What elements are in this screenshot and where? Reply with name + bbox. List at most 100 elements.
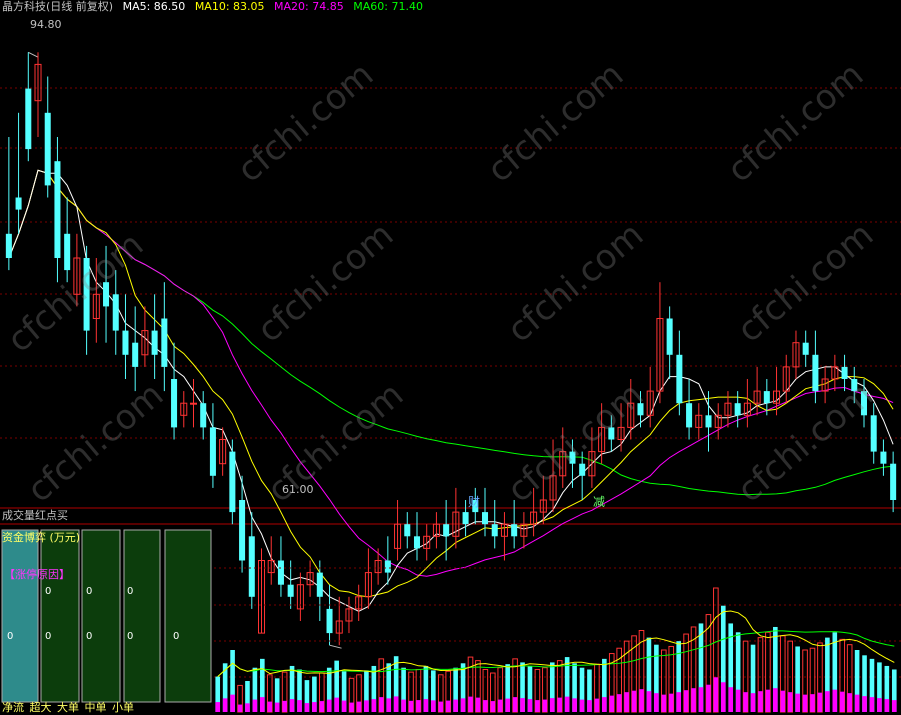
candle-body (734, 403, 741, 416)
indicator-title[interactable]: 成交量红点买 (2, 509, 68, 523)
volume-red-dot-bar (326, 699, 332, 712)
volume-red-dot-bar (557, 697, 563, 712)
fund-value-super-2: 0 (45, 631, 52, 642)
volume-red-dot-bar (877, 698, 882, 712)
candle-body (481, 512, 489, 525)
volume-red-dot-bar (252, 699, 258, 712)
volume-red-dot-bar (839, 691, 845, 712)
candle-body (384, 560, 391, 573)
fund-value-large: 0 (86, 586, 93, 597)
volume-red-dot-bar (810, 694, 815, 712)
volume-red-dot-bar (549, 698, 555, 712)
candle-body (763, 391, 770, 404)
volume-red-dot-bar (676, 692, 681, 712)
volume-red-dot-bar (728, 687, 734, 712)
volume-red-dot-bar (356, 701, 362, 712)
volume-red-dot-bar (505, 698, 510, 712)
volume-red-dot-bar (654, 693, 659, 712)
candle-body (705, 415, 712, 428)
volume-red-dot-bar (349, 702, 354, 712)
fund-box (81, 529, 121, 703)
volume-red-dot-bar (245, 703, 250, 712)
volume-red-dot-bar (884, 699, 890, 712)
volume-red-dot-bar (371, 699, 377, 712)
volume-red-dot-bar (750, 693, 756, 712)
candle-body (686, 403, 693, 428)
volume-red-dot-bar (341, 700, 347, 712)
volume-red-dot-bar (661, 694, 667, 712)
volume-red-dot-bar (512, 697, 518, 712)
volume-red-dot-bar (735, 689, 741, 712)
candle-body (326, 608, 333, 634)
volume-red-dot-bar (334, 697, 339, 712)
volume-red-dot-bar (401, 699, 406, 712)
candle-body (666, 318, 673, 355)
chart-header: 晶方科技(日线 前复权) MA5: 86.50 MA10: 83.05 MA20… (2, 0, 429, 14)
ma10-label: MA10: 83.05 (194, 0, 265, 13)
volume-red-dot-bar (438, 701, 444, 712)
candle-body (25, 88, 32, 150)
candle-body (404, 524, 411, 537)
volume-red-dot-bar (594, 698, 600, 712)
volume-red-dot-bar (698, 687, 704, 712)
volume-red-dot-bar (624, 692, 629, 712)
candle-body (443, 524, 450, 537)
event-mark-cai[interactable]: 财 (468, 493, 480, 510)
volume-red-dot-bar (423, 699, 429, 712)
volume-red-dot-bar (475, 697, 481, 712)
volume-red-dot-bar (795, 693, 800, 712)
volume-red-dot-bar (445, 700, 451, 712)
volume-red-dot-bar (535, 700, 540, 712)
candle-body (171, 379, 178, 428)
volume-red-dot-bar (765, 689, 771, 712)
fund-value-medium: 0 (127, 586, 134, 597)
event-mark-jian[interactable]: 减 (593, 493, 605, 510)
volume-series (215, 587, 897, 713)
fund-value-medium-2: 0 (127, 631, 134, 642)
candle-body (316, 572, 323, 597)
stock-title[interactable]: 晶方科技(日线 前复权) (2, 0, 113, 13)
volume-red-dot-bar (639, 689, 644, 712)
volume-red-dot-bar (802, 694, 808, 712)
candle-body (579, 463, 586, 476)
volume-red-dot-bar (646, 691, 652, 712)
candle-body (812, 354, 819, 392)
candle-body (841, 366, 848, 379)
volume-red-dot-bar (780, 690, 786, 712)
volume-red-dot-bar (743, 692, 748, 712)
fund-value-netflow: 0 (7, 631, 14, 642)
candle-body (802, 342, 809, 355)
volume-red-dot-bar (862, 696, 867, 712)
volume-red-dot-bar (453, 699, 458, 712)
fund-value-large-2: 0 (86, 631, 93, 642)
ma20-line (8, 169, 894, 577)
candle-body (151, 330, 158, 355)
volume-red-dot-bar (527, 699, 533, 712)
ma60-label: MA60: 71.40 (353, 0, 423, 13)
volume-red-dot-bar (490, 701, 496, 712)
fund-box-netflow (1, 529, 39, 703)
candle-body (161, 318, 168, 367)
candle-body (15, 197, 22, 210)
ma5-label: MA5: 86.50 (122, 0, 186, 13)
limit-up-reason-link[interactable]: 【涨停原因】 (4, 566, 70, 582)
kline-chart (0, 51, 901, 713)
candle-body (890, 463, 897, 500)
candle-body (54, 161, 61, 258)
candle-body (248, 536, 255, 597)
volume-red-dot-bar (587, 700, 592, 712)
volume-red-dot-bar (602, 697, 607, 712)
low-point-arrow (329, 644, 342, 649)
candle-body (239, 500, 246, 561)
volume-red-dot-bar (891, 700, 897, 712)
volume-red-dot-bar (572, 698, 577, 712)
volume-red-dot-bar (847, 693, 852, 712)
candle-body (413, 536, 421, 549)
volume-red-dot-bar (260, 697, 265, 712)
candle-body (462, 512, 469, 525)
volume-red-dot-bar (312, 702, 317, 712)
fund-box (123, 529, 161, 703)
volume-red-dot-bar (497, 699, 503, 712)
volume-red-dot-bar (319, 701, 325, 712)
candle-body (189, 402, 198, 405)
